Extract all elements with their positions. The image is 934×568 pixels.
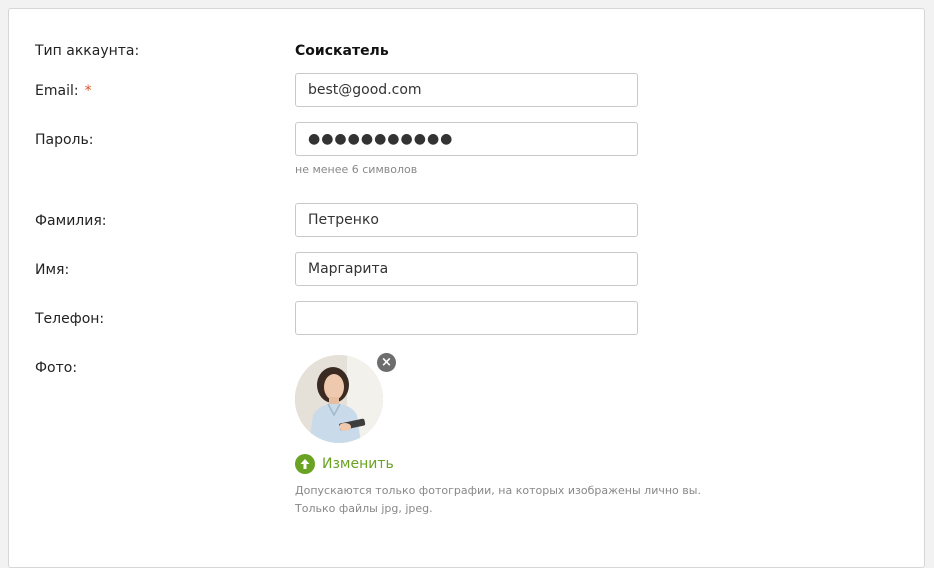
email-label-row: Email: * — [35, 82, 92, 100]
first-name-field[interactable]: Маргарита — [295, 252, 638, 286]
required-mark: * — [84, 83, 92, 99]
change-photo-button[interactable]: Изменить — [295, 454, 394, 474]
profile-form-card: Тип аккаунта: Соискатель Email: * best@go… — [8, 8, 925, 568]
photo-label: Фото: — [35, 360, 78, 376]
photo-hint-line2: Только файлы jpg, jpeg. — [295, 502, 433, 515]
remove-photo-button[interactable]: × — [377, 353, 396, 372]
email-field[interactable]: best@good.com — [295, 73, 638, 107]
upload-arrow-icon — [295, 454, 315, 474]
account-type-label: Тип аккаунта: — [35, 43, 140, 59]
password-hint: не менее 6 символов — [295, 163, 418, 176]
photo-hint-line1: Допускаются только фотографии, на которы… — [295, 484, 701, 497]
person-photo-illustration — [295, 355, 383, 443]
last-name-label: Фамилия: — [35, 213, 107, 229]
profile-photo — [295, 355, 383, 443]
phone-label: Телефон: — [35, 311, 105, 327]
last-name-field[interactable]: Петренко — [295, 203, 638, 237]
close-icon: × — [381, 355, 392, 370]
account-type-value: Соискатель — [295, 43, 389, 59]
password-field[interactable]: ●●●●●●●●●●● — [295, 122, 638, 156]
email-label: Email: — [35, 83, 79, 99]
password-label: Пароль: — [35, 132, 94, 148]
change-photo-label: Изменить — [322, 456, 394, 472]
phone-field[interactable] — [295, 301, 638, 335]
first-name-label: Имя: — [35, 262, 70, 278]
